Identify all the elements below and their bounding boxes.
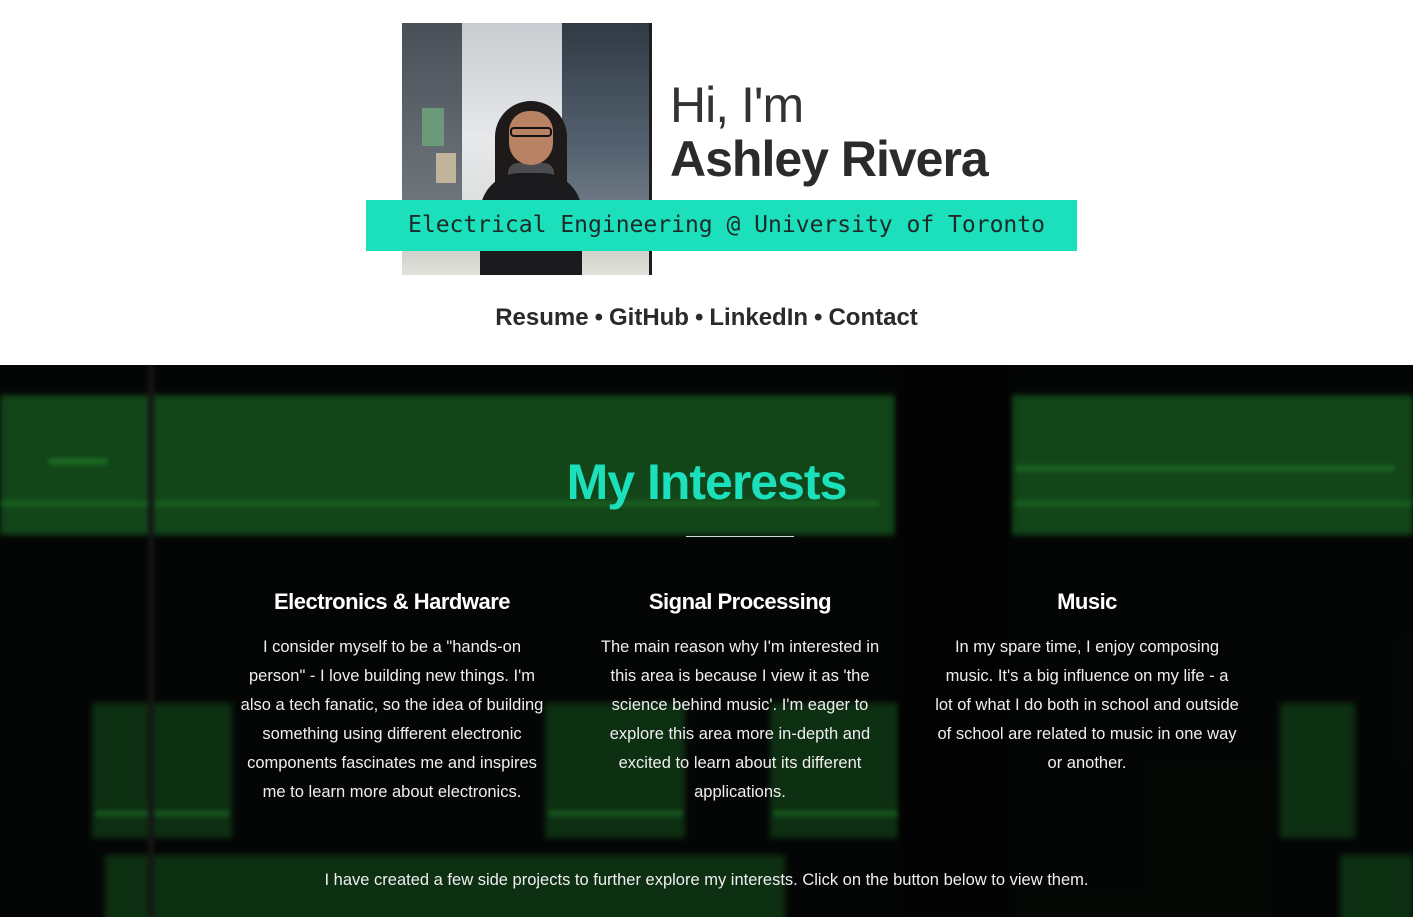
nav-github-link[interactable]: GitHub xyxy=(609,304,689,331)
interest-card-electronics: Electronics & Hardware I consider myself… xyxy=(240,589,544,807)
nav-linkedin-link[interactable]: LinkedIn xyxy=(709,304,808,331)
greeting: Hi, I'm xyxy=(670,77,804,133)
interest-description: In my spare time, I enjoy composing musi… xyxy=(935,638,1239,772)
interest-card-signal-processing: Signal Processing The main reason why I'… xyxy=(588,589,892,807)
interest-title: Music xyxy=(1057,589,1117,614)
interest-title: Signal Processing xyxy=(648,589,832,614)
nav-resume-link[interactable]: Resume xyxy=(495,304,588,331)
interests-section: My Interests Electronics & Hardware I co… xyxy=(0,365,1413,917)
interest-card-music: Music In my spare time, I enjoy composin… xyxy=(935,589,1239,778)
nav-separator: • xyxy=(694,304,704,331)
nav-separator: • xyxy=(594,304,603,331)
main-nav: Resume • GitHub • LinkedIn • Contact xyxy=(0,304,1413,332)
interest-description: The main reason why I'm interested in th… xyxy=(600,638,880,801)
nav-separator: • xyxy=(814,304,823,331)
interest-description: I consider myself to be a "hands-on pers… xyxy=(240,638,544,801)
title-divider xyxy=(686,536,794,537)
nav-contact-link[interactable]: Contact xyxy=(828,304,917,331)
page-title: Ashley Rivera xyxy=(670,131,989,187)
hero-header: Hi, I'm Ashley Rivera Electrical Enginee… xyxy=(0,0,1413,365)
projects-note: I have created a few side projects to fu… xyxy=(324,871,1089,889)
interests-title: My Interests xyxy=(566,454,848,510)
tagline-banner: Electrical Engineering @ University of T… xyxy=(366,200,1077,251)
interest-title: Electronics & Hardware xyxy=(274,589,510,614)
